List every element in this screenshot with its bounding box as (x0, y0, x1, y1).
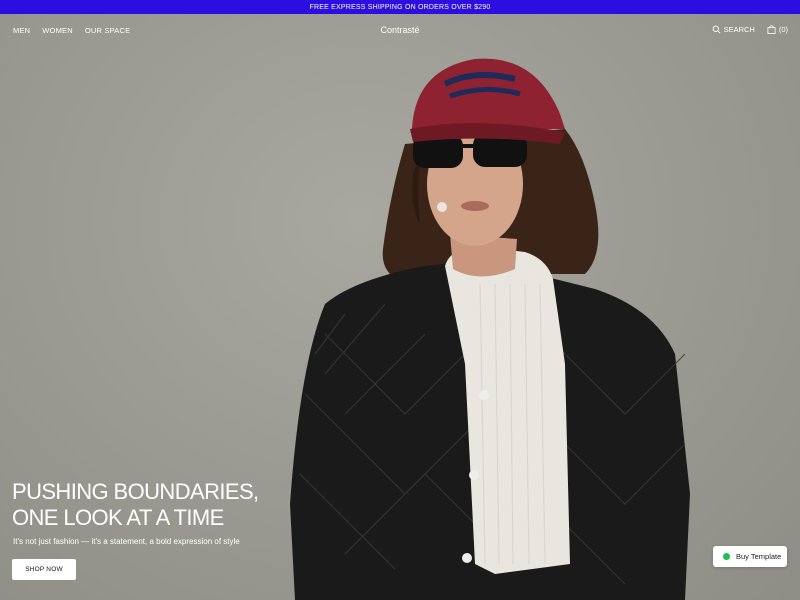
cart-count: (0) (778, 25, 788, 34)
announcement-text: FREE EXPRESS SHIPPING ON ORDERS OVER $29… (309, 3, 491, 11)
buy-template-button[interactable]: Buy Template (713, 546, 787, 567)
brand-logo[interactable]: Contrasté (0, 25, 800, 35)
nav-actions: SEARCH (0) (712, 25, 788, 34)
top-nav: MEN WOMEN OUR SPACE Contrasté SEARCH (0) (0, 14, 800, 46)
hero-headline-line1: PUSHING BOUNDARIES, (12, 479, 259, 504)
hero-headline-line2: ONE LOOK AT A TIME (12, 505, 224, 530)
search-icon (712, 25, 720, 34)
search-button[interactable]: SEARCH (712, 25, 755, 34)
bag-icon (767, 25, 776, 34)
status-dot-icon (723, 553, 730, 560)
cart-button[interactable]: (0) (767, 25, 788, 34)
search-label: SEARCH (723, 25, 755, 34)
hero-tagline: It's not just fashion — it's a statement… (13, 537, 240, 546)
shop-now-button[interactable]: SHOP NOW (12, 559, 76, 580)
hero-model-image (290, 58, 690, 600)
announcement-bar: FREE EXPRESS SHIPPING ON ORDERS OVER $29… (0, 0, 800, 14)
buy-template-label: Buy Template (736, 552, 782, 561)
hero-headline: PUSHING BOUNDARIES, ONE LOOK AT A TIME (12, 479, 259, 531)
